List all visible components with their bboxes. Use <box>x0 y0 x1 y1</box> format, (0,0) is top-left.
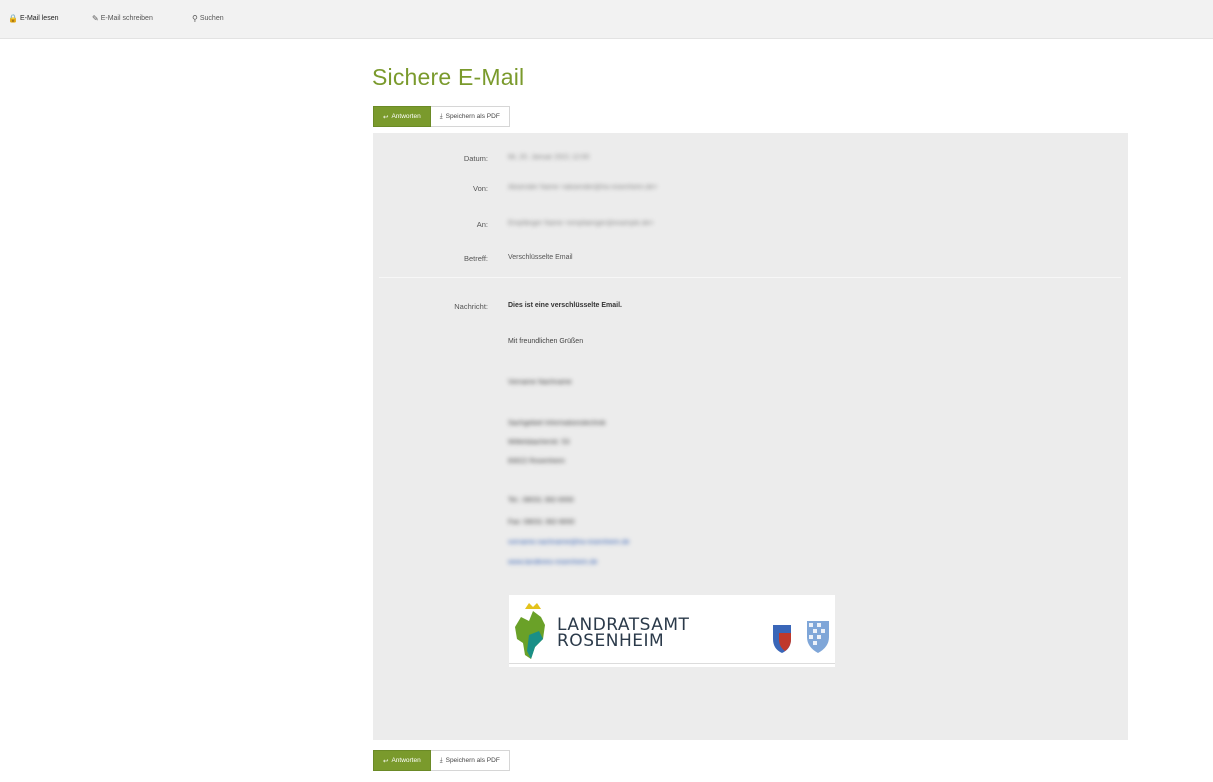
reply-button-bottom[interactable]: ↩ Antworten <box>373 750 431 771</box>
message-fax: Fax: 08031 392-9000 <box>508 519 575 526</box>
save-pdf-button-bottom[interactable]: ⤓ Speichern als PDF <box>430 750 510 771</box>
action-bar-top: ↩ Antworten ⤓ Speichern als PDF <box>373 106 510 127</box>
message-dept-1: Sachgebiet Informationstechnik <box>508 420 606 427</box>
page-title: Sichere E-Mail <box>372 64 525 90</box>
email-panel: Datum: Mi, 20. Januar 2021 12:00 Von: Ab… <box>373 133 1128 740</box>
field-from-value: Absender Name <absender@lra-rosenheim.de… <box>508 184 658 191</box>
field-subject-value: Verschlüsselte Email <box>508 254 573 261</box>
save-pdf-button-label: Speichern als PDF <box>445 113 500 120</box>
nav-search-label: Suchen <box>199 15 224 22</box>
field-to-value: Empfänger Name <empfaenger@example.de> <box>508 220 654 227</box>
logo-text: LANDRATSAMT ROSENHEIM <box>557 617 689 651</box>
message-line-1: Dies ist eine verschlüsselte Email. <box>508 302 623 309</box>
action-bar-bottom: ↩ Antworten ⤓ Speichern als PDF <box>373 750 510 771</box>
field-date-value: Mi, 20. Januar 2021 12:00 <box>508 154 590 161</box>
reply-icon: ↩ <box>383 113 389 121</box>
field-from-label: Von: <box>472 184 488 193</box>
field-subject: Betreff: Verschlüsselte Email <box>373 249 1128 269</box>
header-divider <box>379 277 1121 278</box>
field-date: Datum: Mi, 20. Januar 2021 12:00 <box>373 149 1128 169</box>
nav-search[interactable]: ⚲ Suchen <box>192 14 224 23</box>
field-to: An: Empfänger Name <empfaenger@example.d… <box>373 215 1128 235</box>
message-sender-name: Vorname Nachname <box>508 379 572 386</box>
reply-icon: ↩ <box>383 757 389 765</box>
pencil-icon: ✎ <box>92 14 99 23</box>
logo-underline <box>509 663 835 664</box>
message-greeting: Mit freundlichen Grüßen <box>508 338 584 345</box>
reply-button[interactable]: ↩ Antworten <box>373 106 431 127</box>
download-icon: ⤓ <box>439 112 443 120</box>
nav-read-email[interactable]: 🔒 E-Mail lesen <box>8 14 58 23</box>
nav-read-email-label: E-Mail lesen <box>19 15 59 22</box>
download-icon: ⤓ <box>439 756 443 764</box>
message-dept-3: 83022 Rosenheim <box>508 458 565 465</box>
top-navbar: 🔒 E-Mail lesen ✎ E-Mail schreiben ⚲ Such… <box>0 0 1213 39</box>
message-web-link[interactable]: www.landkreis-rosenheim.de <box>508 559 597 566</box>
save-pdf-button-bottom-label: Speichern als PDF <box>445 757 500 764</box>
field-date-label: Datum: <box>463 154 488 163</box>
lock-icon: 🔒 <box>8 14 18 23</box>
field-message: Nachricht: <box>373 297 1128 317</box>
reply-button-label: Antworten <box>391 113 421 120</box>
field-to-label: An: <box>476 220 488 229</box>
reply-button-bottom-label: Antworten <box>391 757 421 764</box>
field-subject-label: Betreff: <box>463 254 488 263</box>
nav-write-email-label: E-Mail schreiben <box>100 15 153 22</box>
nav-write-email[interactable]: ✎ E-Mail schreiben <box>92 14 153 23</box>
message-dept-2: Wittelsbacherstr. 53 <box>508 439 570 446</box>
message-tel: Tel.: 08031 392-0000 <box>508 497 574 504</box>
search-icon: ⚲ <box>192 14 198 23</box>
message-email-link[interactable]: vorname.nachname@lra-rosenheim.de <box>508 539 630 546</box>
field-from: Von: Absender Name <absender@lra-rosenhe… <box>373 179 1128 199</box>
landratsamt-logo: LANDRATSAMT ROSENHEIM <box>509 595 835 667</box>
save-pdf-button[interactable]: ⤓ Speichern als PDF <box>430 106 510 127</box>
logo-text-line-2: ROSENHEIM <box>557 631 665 651</box>
field-message-label: Nachricht: <box>454 302 488 311</box>
